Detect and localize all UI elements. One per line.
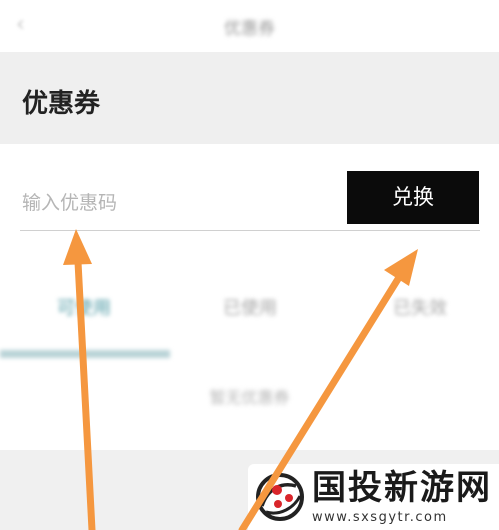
tab-available[interactable]: 可使用 bbox=[14, 294, 154, 320]
watermark-title: 国投新游网 bbox=[312, 468, 492, 508]
active-tab-indicator bbox=[0, 350, 170, 358]
empty-state-text: 暂无优惠券 bbox=[209, 388, 290, 407]
tab-used[interactable]: 已使用 bbox=[180, 294, 320, 320]
coupon-code-input[interactable] bbox=[22, 186, 322, 220]
watermark-url: www.sxsgytr.com bbox=[312, 510, 448, 525]
nav-title: 优惠券 bbox=[224, 19, 275, 39]
watermark-logo-icon bbox=[256, 473, 304, 521]
redeem-button[interactable]: 兑换 bbox=[347, 171, 479, 224]
page-title: 优惠券 bbox=[22, 89, 101, 119]
tab-expired[interactable]: 已失效 bbox=[350, 294, 490, 320]
input-underline bbox=[20, 230, 480, 231]
